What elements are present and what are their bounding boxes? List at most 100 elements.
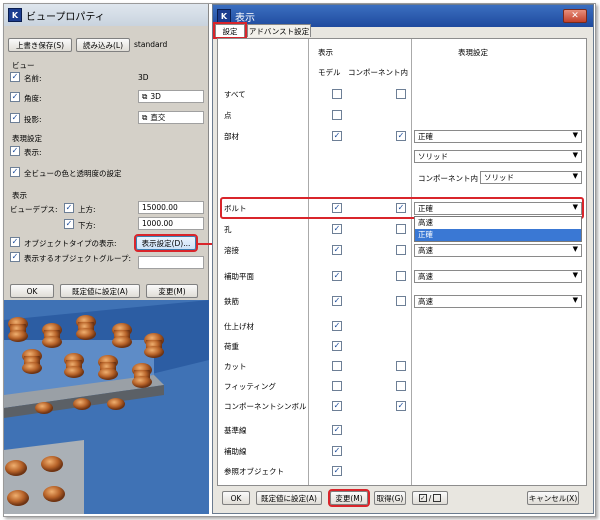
view-properties-title: ビュープロパティ [26, 11, 105, 23]
object-group-select[interactable] [138, 256, 204, 269]
model-checkbox[interactable] [332, 361, 342, 371]
checkbox-icon: ✓ [418, 494, 427, 502]
close-icon[interactable]: ✕ [563, 9, 587, 23]
repr-select[interactable]: 高速 ▼ [414, 270, 582, 283]
model-checkbox[interactable]: ✓ [332, 224, 342, 234]
repr-dropdown-list: 高速 正確 [414, 216, 582, 242]
unchecked-box-icon [433, 494, 442, 502]
repr-select[interactable]: ソリッド ▼ [414, 150, 582, 163]
model-checkbox[interactable] [332, 89, 342, 99]
name-label: 名前: [24, 74, 42, 83]
row-label: 部材 [224, 132, 239, 141]
col-component-header: コンポーネント内 [348, 68, 408, 77]
row-label: すべて [224, 90, 246, 99]
lower-checkbox[interactable]: ✓ [64, 219, 74, 229]
name-checkbox[interactable]: ✓ [10, 72, 20, 82]
model-3d-view[interactable] [4, 300, 209, 514]
row-label: 鉄筋 [224, 297, 239, 306]
model-checkbox[interactable] [332, 381, 342, 391]
model-checkbox[interactable]: ✓ [332, 271, 342, 281]
view-depth-label: ビューデプス: [10, 205, 58, 214]
display-section-title: 表示 [12, 191, 27, 200]
modify-button[interactable]: 変更(M) [146, 284, 198, 298]
app-icon: K [8, 8, 22, 22]
all-views-checkbox[interactable]: ✓ [10, 167, 20, 177]
object-group-checkbox[interactable]: ✓ [10, 252, 20, 262]
lower-depth-input[interactable]: 1000.00 [138, 217, 204, 230]
model-checkbox[interactable]: ✓ [332, 131, 342, 141]
display-settings-button[interactable]: 表示設定(D)... [134, 234, 198, 252]
model-checkbox[interactable]: ✓ [332, 425, 342, 435]
component-checkbox[interactable]: ✓ [396, 131, 406, 141]
row-label: 孔 [224, 225, 232, 234]
repr-value: 高速 [418, 272, 433, 281]
component-checkbox[interactable] [396, 296, 406, 306]
component-checkbox[interactable] [396, 245, 406, 255]
dialog-reset-button[interactable]: 既定値に設定(A) [256, 491, 322, 505]
model-checkbox[interactable] [332, 110, 342, 120]
component-checkbox[interactable] [396, 361, 406, 371]
dialog-ok-button[interactable]: OK [222, 491, 250, 505]
projection-label: 投影: [24, 115, 42, 124]
component-checkbox[interactable] [396, 89, 406, 99]
row-label: カット [224, 362, 247, 371]
model-checkbox[interactable]: ✓ [332, 296, 342, 306]
object-type-checkbox[interactable]: ✓ [10, 237, 20, 247]
object-type-label: オブジェクトタイプの表示: [24, 239, 117, 248]
projection-checkbox[interactable]: ✓ [10, 113, 20, 123]
chevron-down-icon: ▼ [572, 296, 578, 304]
row-label: 点 [224, 111, 232, 120]
repr-select[interactable]: 正確 ▼ [414, 130, 582, 143]
dialog-get-button[interactable]: 取得(G) [374, 491, 406, 505]
view-properties-panel: K ビュープロパティ 上書き保存(S) 読み込み(L) standard ビュー… [4, 4, 209, 300]
dropdown-option[interactable]: 正確 [415, 229, 581, 241]
cube-icon: ⧉ [142, 91, 148, 101]
repr-select[interactable]: 高速 ▼ [414, 295, 582, 308]
check-toggle-button[interactable]: ✓ / [412, 491, 448, 505]
row-label: 仕上げ材 [224, 322, 254, 331]
repr-value: ソリッド [418, 152, 448, 161]
display-checkbox[interactable]: ✓ [10, 146, 20, 156]
model-checkbox[interactable]: ✓ [332, 245, 342, 255]
display-settings-section-title: 表現設定 [12, 134, 42, 143]
model-checkbox[interactable]: ✓ [332, 321, 342, 331]
repr-sub-label: コンポーネント内 [418, 174, 478, 183]
reset-button[interactable]: 既定値に設定(A) [60, 284, 140, 298]
model-checkbox[interactable]: ✓ [332, 401, 342, 411]
model-checkbox[interactable]: ✓ [332, 341, 342, 351]
lower-label: 下方: [78, 221, 96, 230]
col-display-header: 表示 [318, 48, 333, 57]
upper-depth-input[interactable]: 15000.00 [138, 201, 204, 214]
dialog-cancel-button[interactable]: キャンセル(X) [527, 491, 579, 505]
model-checkbox[interactable]: ✓ [332, 446, 342, 456]
dialog-modify-button[interactable]: 変更(M) [328, 489, 370, 507]
ok-button[interactable]: OK [10, 284, 54, 298]
col-model-header: モデル [318, 68, 341, 77]
repr-value: 高速 [418, 297, 433, 306]
projection-field[interactable]: ⧉ 直交 [138, 111, 204, 124]
row-label: 基準線 [224, 426, 247, 435]
save-button[interactable]: 上書き保存(S) [8, 38, 72, 52]
repr-select[interactable]: ソリッド ▼ [480, 171, 582, 184]
chevron-down-icon: ▼ [572, 151, 578, 159]
component-checkbox[interactable] [396, 224, 406, 234]
tab-advanced[interactable]: アドバンスト設定 [247, 24, 311, 37]
component-checkbox[interactable] [396, 271, 406, 281]
component-checkbox[interactable]: ✓ [396, 401, 406, 411]
row-label: 溶接 [224, 246, 239, 255]
column-divider [308, 39, 309, 485]
tab-settings[interactable]: 設定 [213, 22, 247, 39]
load-button[interactable]: 読み込み(L) [76, 38, 130, 52]
display-settings-grid: 表示 モデル コンポーネント内 表現設定 すべて点部材 ✓ ✓ 正確 ▼ ソリッド ▼ コンポ… [217, 38, 587, 486]
component-checkbox[interactable] [396, 381, 406, 391]
upper-label: 上方: [78, 205, 96, 214]
angle-label: 角度: [24, 94, 42, 103]
upper-checkbox[interactable]: ✓ [64, 203, 74, 213]
projection-value: 直交 [150, 113, 166, 122]
repr-select[interactable]: 高速 ▼ [414, 244, 582, 257]
angle-field[interactable]: ⧉ 3D [138, 90, 204, 103]
cube-icon: ⧉ [142, 112, 148, 122]
angle-checkbox[interactable]: ✓ [10, 92, 20, 102]
model-checkbox[interactable]: ✓ [332, 466, 342, 476]
dropdown-option[interactable]: 高速 [415, 217, 581, 229]
